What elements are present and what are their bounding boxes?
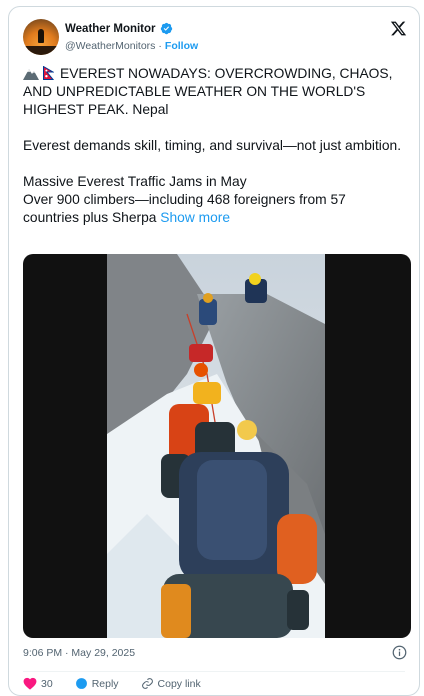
info-icon[interactable] (392, 645, 407, 660)
nepal-flag-icon (43, 66, 54, 80)
post-headline-paragraph: EVEREST NOWADAYS: OVERCROWDING, CHAOS, A… (23, 65, 403, 119)
post-headline: EVEREST NOWADAYS: OVERCROWDING, CHAOS, A… (23, 66, 393, 117)
reply-button[interactable]: Reply (75, 677, 119, 690)
handle-separator: · (158, 40, 162, 52)
handle-row: @WeatherMonitors · Follow (65, 40, 198, 52)
verified-badge-icon (160, 22, 172, 35)
post-line-3: Massive Everest Traffic Jams in May (23, 174, 247, 189)
like-count: 30 (41, 677, 53, 690)
post-line-4-paragraph: Over 900 climbers—including 468 foreigne… (23, 191, 403, 227)
emoji-pair (23, 66, 54, 80)
mountain-emoji-icon (23, 69, 39, 80)
post-text: EVEREST NOWADAYS: OVERCROWDING, CHAOS, A… (23, 65, 403, 227)
post-line-2: Everest demands skill, timing, and survi… (23, 138, 402, 153)
heart-icon (23, 677, 37, 690)
reply-icon (75, 678, 87, 689)
copy-link-button[interactable]: Copy link (141, 677, 201, 690)
climbers-image (107, 254, 325, 638)
copy-link-label: Copy link (157, 677, 201, 690)
author-handle[interactable]: @WeatherMonitors (65, 40, 155, 52)
author-name[interactable]: Weather Monitor (65, 23, 156, 35)
post-video[interactable] (23, 254, 411, 638)
like-button[interactable]: 30 (23, 677, 53, 690)
author-name-row: Weather Monitor (65, 22, 173, 35)
show-more-link[interactable]: Show more (160, 210, 230, 225)
reply-label: Reply (91, 677, 119, 690)
post-timestamp[interactable]: 9:06 PM · May 29, 2025 (23, 647, 135, 659)
action-bar: 30 Reply Copy link (23, 677, 201, 690)
post-card: Weather Monitor @WeatherMonitors · Follo… (8, 6, 420, 696)
x-logo-icon[interactable] (390, 20, 407, 37)
author-avatar[interactable] (23, 19, 59, 55)
follow-button[interactable]: Follow (165, 40, 198, 52)
divider (23, 671, 405, 672)
link-icon (141, 678, 153, 689)
